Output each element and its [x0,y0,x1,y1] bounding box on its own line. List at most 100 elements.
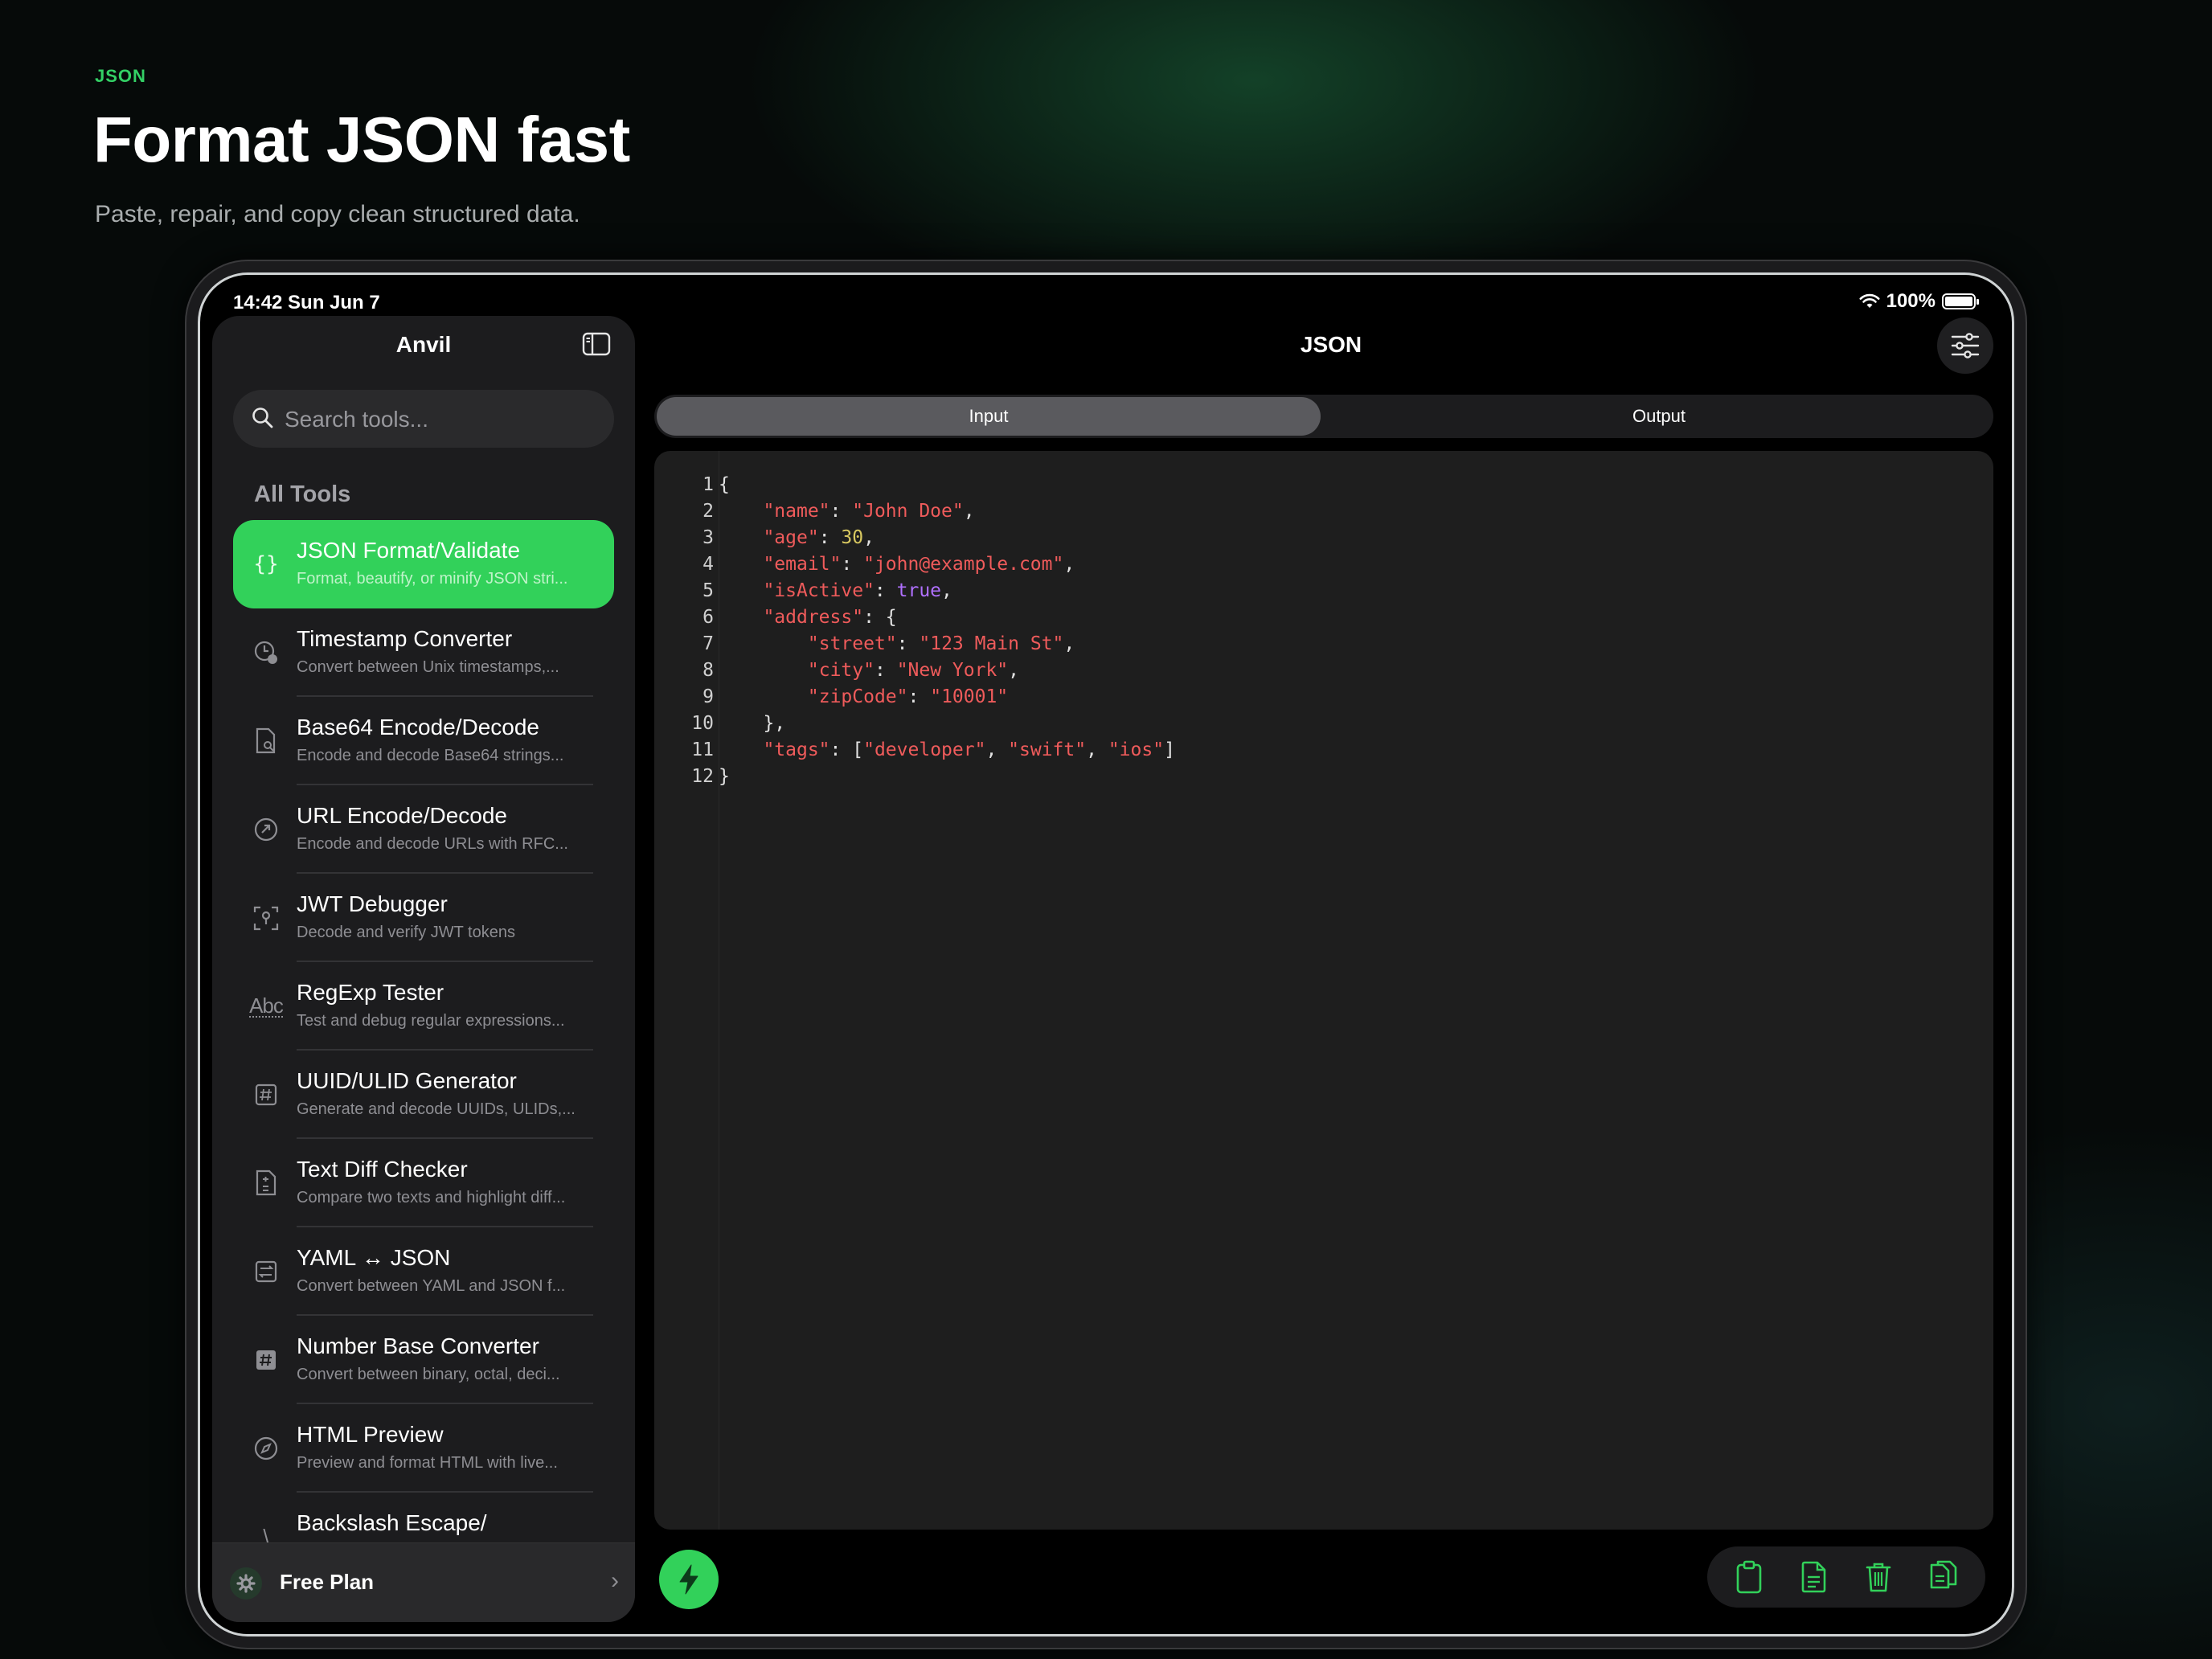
ipad-screen: 14:42 Sun Jun 7 100% Anvil Search tools.… [198,272,2014,1636]
line-number: 2 [703,501,714,522]
tool-item[interactable]: {} JSON Format/Validate Format, beautify, … [233,520,614,608]
code-line: 6 "address": { [654,604,1175,631]
section-label-all-tools: All Tools [254,481,351,507]
code-text: "name": "John Doe", [763,501,975,522]
tool-name: JSON Format/Validate [297,538,521,563]
code-text: "zipCode": "10001" [807,686,1009,707]
battery-percent: 100% [1886,290,1936,312]
tool-item[interactable]: YAML ↔ JSON Convert between YAML and JSON… [233,1227,614,1316]
hero-headline: Format JSON fast [93,104,630,175]
tool-name: Timestamp Converter [297,626,513,651]
tab-output[interactable]: Output [1327,397,1991,436]
code-text: "city": "New York", [807,660,1020,681]
copy-icon [1930,1560,1957,1589]
tool-item[interactable]: JWT Debugger Decode and verify JWT tokens [233,874,614,962]
code-lines: 1{2 "name": "John Doe", 3 "age": 30, 4 "em… [654,472,1175,790]
tool-list: {} JSON Format/Validate Format, beautify, … [233,520,614,1581]
code-line: 7 "street": "123 Main St", [654,631,1175,657]
free-plan-row[interactable]: Free Plan › [212,1542,635,1622]
sliders-icon [1951,333,1980,358]
bolt-icon [679,1564,698,1595]
tool-item[interactable]: Text Diff Checker Compare two texts and h… [233,1139,614,1227]
line-number: 10 [691,713,714,734]
tool-item[interactable]: Number Base Converter Convert between bin… [233,1316,614,1404]
tool-name: JWT Debugger [297,891,448,916]
code-line: 2 "name": "John Doe", [654,498,1175,525]
line-number: 11 [691,739,714,760]
tool-description: Convert between YAML and JSON f... [297,1277,566,1295]
tool-name: UUID/ULID Generator [297,1068,517,1093]
tool-name: URL Encode/Decode [297,803,508,828]
tool-name: Backslash Escape/ [297,1510,487,1535]
gear-icon [230,1567,262,1600]
code-line: 5 "isActive": true, [654,578,1175,604]
search-placeholder: Search tools... [285,407,428,432]
document-search-icon [249,724,283,758]
status-bar: 14:42 Sun Jun 7 100% [198,272,2014,313]
tool-item[interactable]: Base64 Encode/Decode Encode and decode Ba… [233,697,614,785]
editor-actions-toolbar [1707,1546,1985,1608]
tool-item[interactable]: HTML Preview Preview and format HTML with… [233,1404,614,1493]
tool-name: Number Base Converter [297,1333,539,1358]
line-number: 9 [703,686,714,707]
tool-name: HTML Preview [297,1422,444,1447]
trash-icon [1866,1563,1891,1592]
line-number: 12 [691,766,714,787]
code-line: 11 "tags": ["developer", "swift", "ios"] [654,737,1175,764]
tool-name: Text Diff Checker [297,1157,468,1182]
code-text: } [719,766,730,787]
key-scan-icon [249,901,283,935]
number-icon [249,1343,283,1377]
status-time: 14:42 Sun Jun 7 [233,292,380,313]
tool-description: Encode and decode URLs with RFC... [297,835,568,853]
braces-icon: {} [253,552,279,576]
settings-button[interactable] [1937,317,1993,374]
tab-input[interactable]: Input [657,397,1321,436]
hero-eyebrow: JSON [95,66,146,86]
line-number: 3 [703,527,714,548]
format-run-button[interactable] [659,1550,719,1609]
line-number: 6 [703,607,714,628]
tool-item[interactable]: UUID/ULID Generator Generate and decode U… [233,1051,614,1139]
tool-description: Test and debug regular expressions... [297,1012,565,1030]
tool-item[interactable]: Abc RegExp Tester Test and debug regular e… [233,962,614,1051]
tool-name: Base64 Encode/Decode [297,715,539,739]
sidebar-toggle-icon[interactable] [582,332,611,356]
code-text: { [719,474,730,495]
hero-subtitle: Paste, repair, and copy clean structured… [95,201,580,227]
link-icon [249,813,283,846]
paste-icon [1736,1560,1762,1594]
tool-description: Convert between binary, octal, deci... [297,1366,560,1383]
tool-name: RegExp Tester [297,980,444,1005]
code-text: "tags": ["developer", "swift", "ios"] [763,739,1175,760]
search-icon [252,408,273,428]
code-line: 12} [654,764,1175,790]
tool-item[interactable]: URL Encode/Decode Encode and decode URLs … [233,785,614,874]
line-number: 8 [703,660,714,681]
open-file-button[interactable] [1796,1559,1832,1595]
diff-document-icon [249,1166,283,1200]
code-line: 1{ [654,472,1175,498]
chevron-right-icon: › [611,1567,619,1594]
input-output-segmented-control: Input Output [654,395,1993,438]
wifi-icon [1859,293,1880,308]
tool-description: Generate and decode UUIDs, ULIDs,... [297,1100,576,1118]
code-line: 9 "zipCode": "10001" [654,684,1175,711]
tool-name: YAML ↔ JSON [297,1245,451,1270]
battery-icon [1942,293,1979,309]
line-number: 4 [703,554,714,575]
abc-icon: Abc [249,993,284,1018]
page-title: JSON [1300,332,1362,357]
copy-button[interactable] [1926,1559,1961,1595]
tool-description: Compare two texts and highlight diff... [297,1189,566,1206]
clear-button[interactable] [1861,1559,1896,1595]
search-input[interactable]: Search tools... [233,390,614,448]
json-editor[interactable]: 1{2 "name": "John Doe", 3 "age": 30, 4 "em… [654,451,1993,1530]
line-number: 5 [703,580,714,601]
paste-button[interactable] [1731,1559,1767,1595]
ipad-frame: 14:42 Sun Jun 7 100% Anvil Search tools.… [186,261,2026,1648]
code-text: "isActive": true, [763,580,952,601]
tool-item[interactable]: Timestamp Converter Convert between Unix … [233,608,614,697]
code-text: "address": { [763,607,897,628]
line-number: 7 [703,633,714,654]
